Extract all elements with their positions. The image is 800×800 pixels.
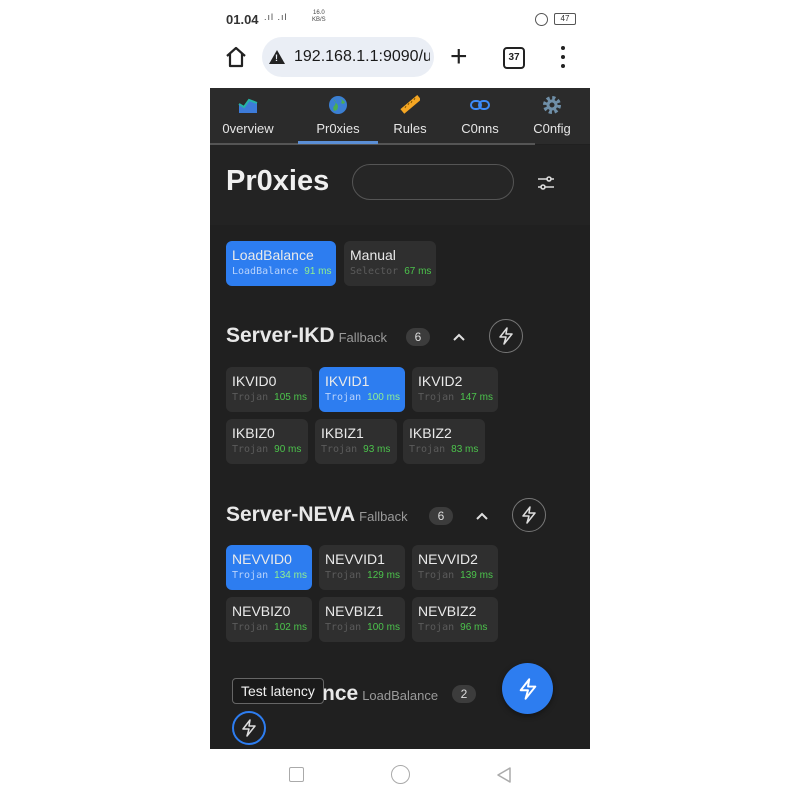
home-nav-button[interactable]: [391, 765, 410, 784]
app-container: 0verview Pr0xies Rules C0nns C0nfig Load…: [210, 88, 590, 749]
home-button[interactable]: [224, 45, 248, 69]
tab-config[interactable]: C0nfig: [514, 88, 590, 144]
proxy-card-nevbiz2[interactable]: NEVBIZ2 Trojan 96 ms: [412, 597, 498, 642]
proxy-card-ikbiz1[interactable]: IKBIZ1 Trojan 93 ms: [315, 419, 397, 464]
top-nav: 0verview Pr0xies Rules C0nns C0nfig: [210, 88, 590, 145]
globe-icon: [329, 96, 347, 114]
tooltip: Test latency: [232, 678, 324, 704]
chevron-up-icon[interactable]: [475, 511, 489, 521]
network-speed: 16.0 KB/S: [312, 10, 326, 23]
address-bar[interactable]: 192.168.1.1:9090/u: [262, 37, 434, 77]
group-count-badge: 6: [429, 507, 453, 525]
tab-proxies[interactable]: Pr0xies: [300, 88, 376, 144]
new-tab-button[interactable]: +: [450, 42, 468, 72]
proxy-card-nevvid2[interactable]: NEVVID2 Trojan 139 ms: [412, 545, 498, 590]
proxy-card-ikbiz2[interactable]: IKBIZ2 Trojan 83 ms: [403, 419, 485, 464]
page-title: Pr0xies: [226, 165, 330, 197]
group-count-badge: 2: [452, 685, 476, 703]
proxy-card-nevvid0[interactable]: NEVVID0 Trojan 134 ms: [226, 545, 312, 590]
proxy-card-ikvid0[interactable]: IKVID0 Trojan 105 ms: [226, 367, 312, 412]
recents-button[interactable]: [289, 767, 304, 782]
test-latency-button[interactable]: [512, 498, 546, 532]
group-title-server-ikd: Server-IKD Fallback: [226, 324, 387, 347]
proxy-card-ikvid1[interactable]: IKVID1 Trojan 100 ms: [319, 367, 405, 412]
chart-area-icon: [238, 98, 258, 113]
gear-icon: [543, 96, 561, 114]
settings-sliders-icon[interactable]: [536, 174, 556, 192]
tab-rules[interactable]: Rules: [372, 88, 448, 144]
menu-icon[interactable]: [560, 46, 566, 68]
fab-test-latency-button[interactable]: [502, 663, 553, 714]
active-tab-indicator: [298, 141, 378, 144]
chevron-up-icon[interactable]: [452, 332, 466, 342]
status-time: 01.04: [226, 12, 259, 27]
ruler-icon: [400, 95, 420, 114]
status-bar: 01.04 .ıl .ıl 16.0 KB/S 47: [226, 10, 576, 30]
test-latency-button[interactable]: [489, 319, 523, 353]
group-title-server-neva: Server-NEVA Fallback: [226, 503, 408, 526]
proxy-card-nevbiz0[interactable]: NEVBIZ0 Trojan 102 ms: [226, 597, 312, 642]
back-icon[interactable]: [495, 766, 513, 784]
url-text: 192.168.1.1:9090/u: [294, 48, 430, 65]
battery-icon: 47: [554, 13, 576, 25]
home-icon: [226, 46, 246, 68]
bolt-icon: [499, 327, 513, 345]
tab-conns[interactable]: C0nns: [442, 88, 518, 144]
proxy-card-nevbiz1[interactable]: NEVBIZ1 Trojan 100 ms: [319, 597, 405, 642]
group-count-badge: 6: [406, 328, 430, 346]
proxy-card-ikvid2[interactable]: IKVID2 Trojan 147 ms: [412, 367, 498, 412]
search-input[interactable]: [352, 164, 514, 200]
proxy-card-manual[interactable]: Manual Selector 67 ms: [344, 241, 436, 286]
proxy-card-ikbiz0[interactable]: IKBIZ0 Trojan 90 ms: [226, 419, 308, 464]
dnd-icon: [535, 13, 548, 26]
page-header: Pr0xies: [210, 145, 590, 225]
signal-icon: .ıl .ıl: [264, 12, 288, 22]
warning-icon: [269, 50, 285, 64]
proxy-card-loadbalance[interactable]: LoadBalance LoadBalance 91 ms: [226, 241, 336, 286]
bolt-icon: [519, 678, 537, 700]
bolt-icon: [522, 506, 536, 524]
tab-switcher-button[interactable]: 37: [503, 47, 525, 69]
proxy-card-nevvid1[interactable]: NEVVID1 Trojan 129 ms: [319, 545, 405, 590]
tab-overview[interactable]: 0verview: [210, 88, 286, 144]
link-icon: [470, 100, 490, 110]
test-latency-button-small[interactable]: [232, 711, 266, 745]
bolt-icon: [242, 719, 256, 737]
